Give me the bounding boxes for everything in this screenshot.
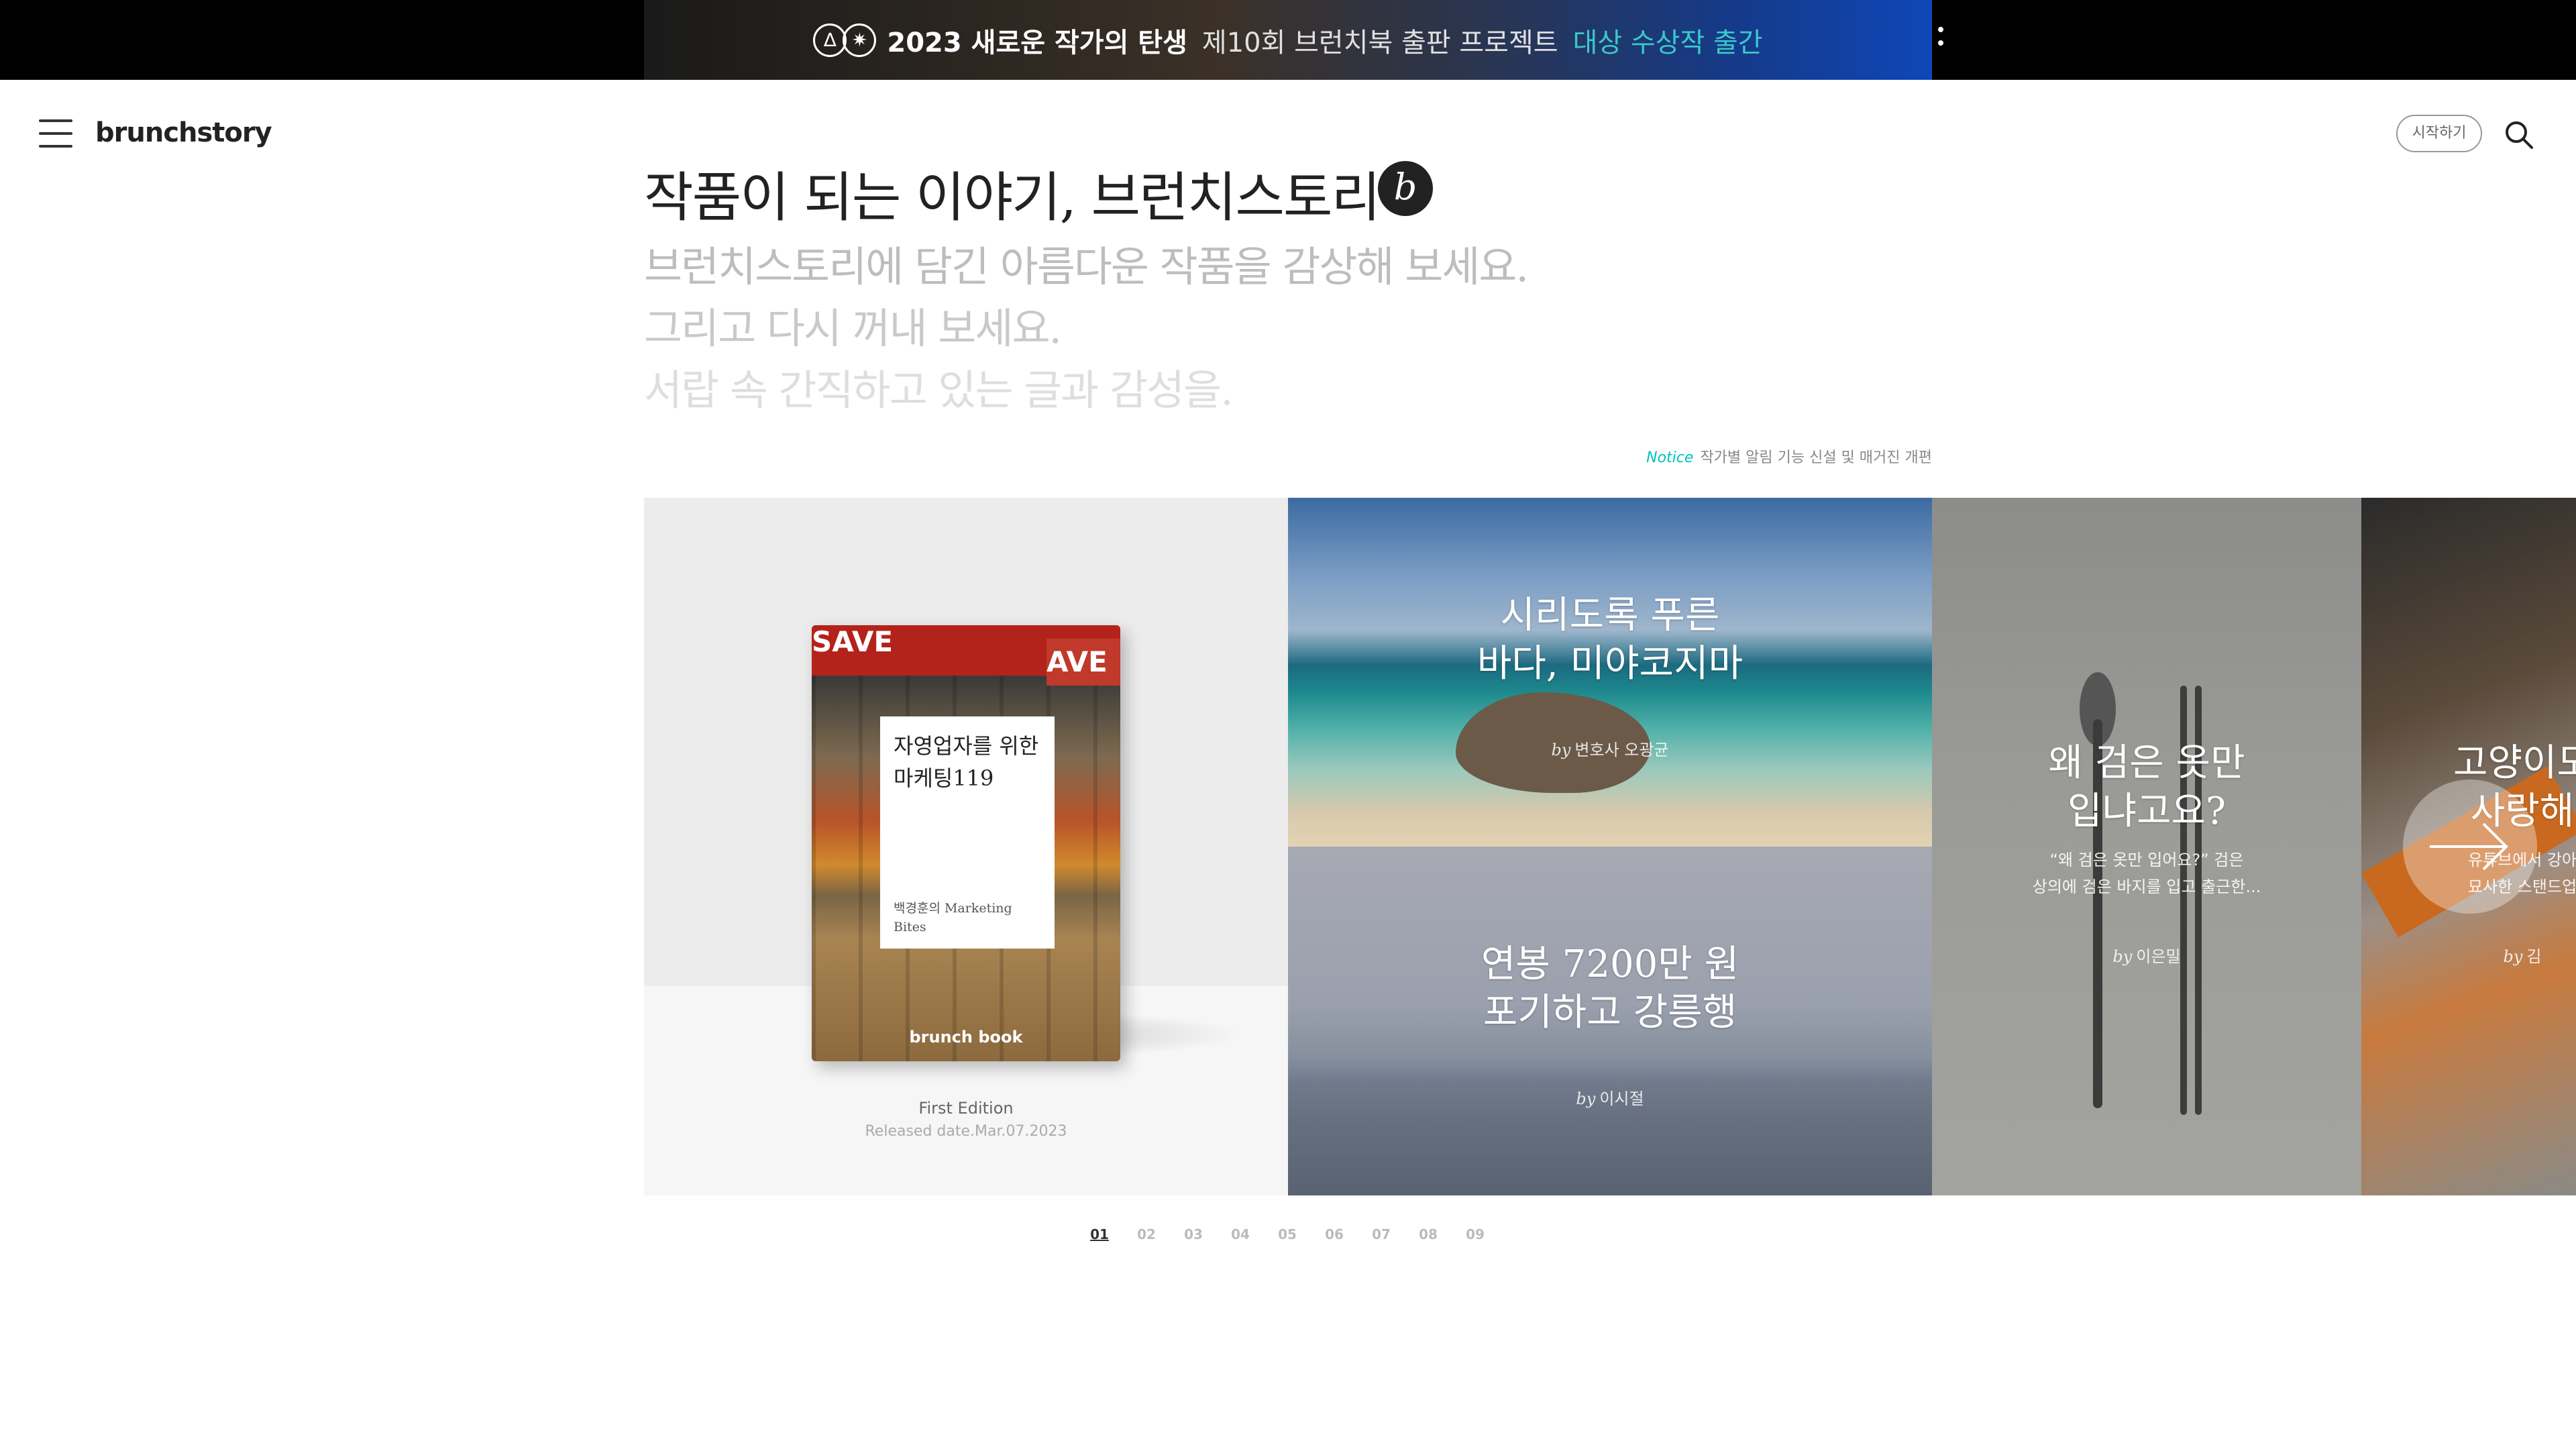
byline-prefix: by <box>2503 947 2523 966</box>
article-author: 변호사 오광균 <box>1574 741 1669 759</box>
article-author: 이시절 <box>1599 1089 1644 1108</box>
banner-pager-dot[interactable] <box>1938 40 1943 46</box>
article-byline: by 김 <box>2361 943 2576 967</box>
start-button[interactable]: 시작하기 <box>2396 115 2482 152</box>
byline-prefix: by <box>1551 741 1571 759</box>
page-number[interactable]: 03 <box>1170 1226 1217 1253</box>
intro-line: 서랍 속 간직하고 있는 글과 감성을. <box>644 366 1234 415</box>
notice-link[interactable]: Notice 작가별 알림 기능 신설 및 매거진 개편 <box>1006 445 1932 467</box>
page-number[interactable]: 06 <box>1311 1226 1358 1253</box>
page-number[interactable]: 04 <box>1217 1226 1264 1253</box>
carousel-pagination: 01 02 03 04 05 06 07 08 09 <box>1076 1226 1499 1253</box>
banner-logo: ∆ ✷ <box>813 23 877 57</box>
book-title: 자영업자를 위한 마케팅119 <box>894 733 1039 791</box>
notice-label: Notice <box>1646 449 1694 466</box>
banner-pager-dot[interactable] <box>1938 27 1943 32</box>
notice-text[interactable]: 작가별 알림 기능 신설 및 매거진 개편 <box>1700 449 1932 466</box>
page-number[interactable]: 05 <box>1264 1226 1311 1253</box>
banner-pager[interactable] <box>1938 27 1943 54</box>
article-title: 시리도록 푸른 바다, 미야코지마 <box>1477 594 1743 686</box>
page-number[interactable]: 09 <box>1452 1226 1499 1253</box>
article-byline: by 이시절 <box>1288 1085 1932 1109</box>
article-author: 이은밀 <box>2136 947 2181 966</box>
article-card[interactable]: 왜 검은 옷만 입냐고요? “왜 검은 옷만 입어요?” 검은 상의에 검은 바… <box>1932 498 2361 1195</box>
byline-prefix: by <box>1576 1089 1596 1108</box>
page-headline: 작품이 되는 이야기, 브런치스토리 <box>644 166 1381 229</box>
article-excerpt: “왜 검은 옷만 입어요?” 검은 상의에 검은 바지를 입고 출근한... <box>2032 851 2261 896</box>
featured-carousel: SAVE AVE 자영업자를 위한 마케팅119 백경훈의 Marketing … <box>644 498 2576 1195</box>
page-number[interactable]: 02 <box>1123 1226 1170 1253</box>
banner-slide[interactable]: ∆ ✷ 2023 새로운 작가의 탄생 제10회 브런치북 출판 프로젝트 대상… <box>644 0 1932 80</box>
top-banner[interactable]: ∆ ✷ 2023 새로운 작가의 탄생 제10회 브런치북 출판 프로젝트 대상… <box>0 0 2576 80</box>
book-cover[interactable]: SAVE AVE 자영업자를 위한 마케팅119 백경훈의 Marketing … <box>812 625 1120 1061</box>
banner-row: ∆ ✷ 2023 새로운 작가의 탄생 제10회 브런치북 출판 프로젝트 대상… <box>644 0 1932 80</box>
page-number[interactable]: 07 <box>1358 1226 1405 1253</box>
cover-sign: AVE <box>1046 639 1120 686</box>
book-author: 백경훈의 Marketing Bites <box>894 901 1012 934</box>
arrow-right-icon <box>2430 822 2508 871</box>
page-number[interactable]: 08 <box>1405 1226 1452 1253</box>
banner-strong-text: 2023 새로운 작가의 탄생 <box>887 27 1187 58</box>
article-byline: by 이은밀 <box>1932 943 2361 967</box>
site-logo[interactable]: brunchstory <box>95 113 272 153</box>
search-icon[interactable] <box>2502 118 2536 152</box>
brunch-book-logo: brunch book <box>909 1028 1023 1046</box>
banner-accent-text: 대상 수상작 출간 <box>1572 27 1763 58</box>
star-logo-icon: ✷ <box>843 23 877 57</box>
article-author: 김 <box>2526 947 2542 966</box>
brunch-award-logo-icon: ∆ <box>813 23 847 57</box>
article-card[interactable]: 연봉 7200만 원 포기하고 강릉행 by 이시절 <box>1288 847 1932 1195</box>
brunch-b-icon: b <box>1378 161 1433 216</box>
article-byline: by 변호사 오광균 <box>1288 737 1932 760</box>
article-title: 연봉 7200만 원 포기하고 강릉행 <box>1481 943 1739 1034</box>
carousel-next-button[interactable] <box>2403 780 2537 914</box>
intro-line: 브런치스토리에 담긴 아름다운 작품을 감상해 보세요. <box>644 242 1529 291</box>
article-title: 왜 검은 옷만 입냐고요? <box>2048 741 2245 833</box>
book-edition: First Edition <box>918 1099 1014 1118</box>
byline-prefix: by <box>2112 947 2133 966</box>
featured-book-card[interactable]: SAVE AVE 자영업자를 위한 마케팅119 백경훈의 Marketing … <box>644 498 1288 1195</box>
book-release-date: Released date.Mar.07.2023 <box>865 1123 1067 1140</box>
page-number[interactable]: 01 <box>1076 1226 1123 1253</box>
banner-light-text: 제10회 브런치북 출판 프로젝트 <box>1201 27 1558 58</box>
intro-line: 그리고 다시 꺼내 보세요. <box>644 304 1062 353</box>
article-card[interactable]: 시리도록 푸른 바다, 미야코지마 by 변호사 오광균 <box>1288 498 1932 847</box>
book-title-card: 자영업자를 위한 마케팅119 백경훈의 Marketing Bites <box>880 716 1055 949</box>
hamburger-icon[interactable] <box>39 119 72 149</box>
cover-sign: SAVE <box>812 625 894 658</box>
